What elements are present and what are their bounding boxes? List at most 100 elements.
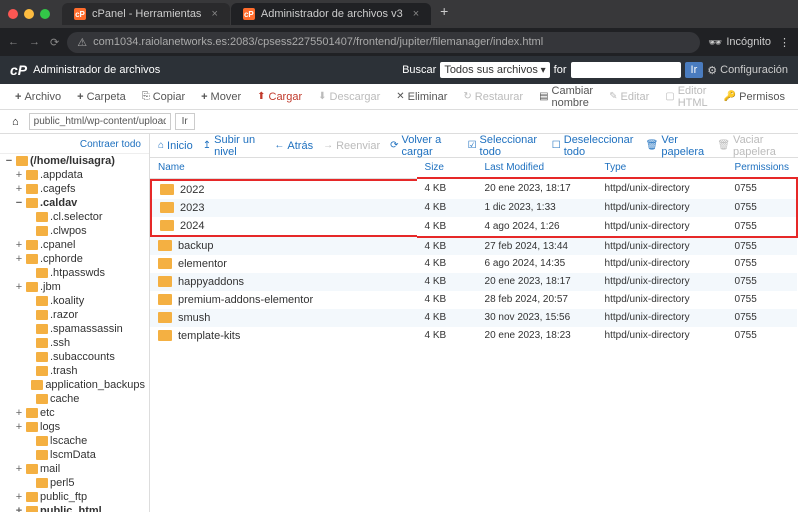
copy-button[interactable]: ⎘Copiar	[135, 88, 192, 106]
go-button[interactable]: Ir	[175, 113, 195, 130]
tree-toggle-icon[interactable]: +	[14, 407, 24, 419]
tree-toggle-icon[interactable]: +	[14, 281, 24, 293]
tree-item[interactable]: +public_html	[0, 504, 149, 512]
tree-item[interactable]: +.cagefs	[0, 182, 149, 196]
tree-toggle-icon[interactable]: −	[14, 197, 24, 209]
collapse-all-link[interactable]: Contraer todo	[0, 136, 149, 154]
forward-icon[interactable]: →	[29, 36, 40, 49]
download-button[interactable]: ⬇Descargar	[311, 88, 387, 106]
folder-icon	[158, 312, 172, 323]
tree-item[interactable]: cache	[0, 392, 149, 406]
tree-item[interactable]: lscache	[0, 434, 149, 448]
new-tab-button[interactable]: +	[432, 3, 456, 25]
tree-item[interactable]: +.cpanel	[0, 238, 149, 252]
table-row[interactable]: happyaddons4 KB20 ene 2023, 18:17httpd/u…	[150, 273, 797, 291]
col-permissions[interactable]: Permissions	[727, 158, 797, 178]
tree-item[interactable]: +public_ftp	[0, 490, 149, 504]
table-row[interactable]: elementor4 KB6 ago 2024, 14:35httpd/unix…	[150, 255, 797, 273]
move-button[interactable]: +Mover	[194, 88, 248, 106]
tree-item[interactable]: +.cphorde	[0, 252, 149, 266]
tree-item[interactable]: +.jbm	[0, 280, 149, 294]
tree-item[interactable]: +etc	[0, 406, 149, 420]
close-tab-icon[interactable]: ×	[211, 8, 217, 20]
settings-button[interactable]: ⚙Configuración	[707, 64, 788, 77]
tree-toggle-icon[interactable]: −	[4, 155, 14, 167]
path-input[interactable]	[29, 113, 171, 130]
tree-root[interactable]: − (/home/luisagra)	[0, 154, 149, 168]
select-all-action[interactable]: ☑Seleccionar todo	[468, 134, 542, 158]
menu-icon[interactable]: ⋮	[779, 36, 790, 49]
browser-tab-active[interactable]: cP Administrador de archivos v3 ×	[231, 3, 431, 25]
new-folder-button[interactable]: +Carpeta	[70, 88, 133, 106]
tree-toggle-icon[interactable]: +	[14, 491, 24, 503]
tree-label: .razor	[50, 309, 78, 321]
empty-trash-action[interactable]: 🗑Vaciar papelera	[717, 134, 790, 158]
restore-button[interactable]: ↻Restaurar	[456, 88, 530, 106]
deselect-all-action[interactable]: ☐Deseleccionar todo	[552, 134, 636, 158]
tree-item[interactable]: lscmData	[0, 448, 149, 462]
rename-button[interactable]: ▤Cambiar nombre	[532, 82, 600, 112]
view-button[interactable]: 👁Ver	[794, 88, 798, 106]
tree-item[interactable]: .spamassassin	[0, 322, 149, 336]
tree-toggle-icon[interactable]: +	[14, 239, 24, 251]
tree-item[interactable]: .htpasswds	[0, 266, 149, 280]
home-icon[interactable]: ⌂	[6, 113, 25, 131]
browser-tab[interactable]: cP cPanel - Herramientas ×	[62, 3, 230, 25]
url-input[interactable]: ⚠ com1034.raiolanetworks.es:2083/cpsess2…	[67, 32, 700, 53]
tree-item[interactable]: +mail	[0, 462, 149, 476]
tree-toggle-icon[interactable]: +	[14, 505, 24, 512]
reload-action[interactable]: ⟳Volver a cargar	[390, 134, 457, 158]
tree-item[interactable]: .subaccounts	[0, 350, 149, 364]
table-row[interactable]: template-kits4 KB20 ene 2023, 18:23httpd…	[150, 327, 797, 345]
tree-item[interactable]: +.appdata	[0, 168, 149, 182]
table-row[interactable]: premium-addons-elementor4 KB28 feb 2024,…	[150, 291, 797, 309]
search-input[interactable]	[571, 62, 681, 78]
tree-item[interactable]: −.caldav	[0, 196, 149, 210]
html-editor-button[interactable]: ▢Editor HTML	[658, 82, 714, 112]
tree-item[interactable]: .clwpos	[0, 224, 149, 238]
upload-button[interactable]: ⬆Cargar	[250, 88, 309, 106]
col-modified[interactable]: Last Modified	[477, 158, 597, 178]
close-window-button[interactable]	[8, 9, 18, 19]
tree-toggle-icon[interactable]: +	[14, 253, 24, 265]
col-size[interactable]: Size	[417, 158, 477, 178]
tree-toggle-icon[interactable]: +	[14, 421, 24, 433]
col-name[interactable]: Name	[150, 158, 417, 178]
tree-toggle-icon[interactable]: +	[14, 463, 24, 475]
table-row[interactable]: smush4 KB30 nov 2023, 15:56httpd/unix-di…	[150, 309, 797, 327]
close-tab-icon[interactable]: ×	[413, 8, 419, 20]
edit-button[interactable]: ✎Editar	[602, 88, 656, 106]
maximize-window-button[interactable]	[40, 9, 50, 19]
tree-item[interactable]: .trash	[0, 364, 149, 378]
table-row[interactable]: backup4 KB27 feb 2024, 13:44httpd/unix-d…	[150, 237, 797, 255]
col-type[interactable]: Type	[597, 158, 727, 178]
table-row[interactable]: 20234 KB1 dic 2023, 1:33httpd/unix-direc…	[150, 199, 797, 217]
reload-icon[interactable]: ⟳	[50, 36, 59, 49]
tree-label: .spamassassin	[50, 323, 123, 335]
forward-action[interactable]: →Reenviar	[323, 140, 380, 152]
back-action[interactable]: ←Atrás	[274, 140, 313, 152]
up-level-action[interactable]: ↥Subir un nivel	[203, 134, 265, 158]
tree-item[interactable]: application_backups	[0, 378, 149, 392]
tree-toggle-icon[interactable]: +	[14, 169, 24, 181]
back-icon[interactable]: ←	[8, 36, 19, 49]
new-file-button[interactable]: +Archivo	[8, 88, 68, 106]
tree-item[interactable]: .ssh	[0, 336, 149, 350]
table-row[interactable]: 20244 KB4 ago 2024, 1:26httpd/unix-direc…	[150, 217, 797, 237]
search-scope-select[interactable]: Todos sus archivos ▾	[440, 62, 549, 78]
minimize-window-button[interactable]	[24, 9, 34, 19]
tree-toggle-icon[interactable]: +	[14, 183, 24, 195]
home-action[interactable]: ⌂Inicio	[158, 140, 193, 152]
tree-item[interactable]: +logs	[0, 420, 149, 434]
tree-item[interactable]: perl5	[0, 476, 149, 490]
permissions-button[interactable]: 🔑Permisos	[717, 88, 792, 106]
tree-item[interactable]: .cl.selector	[0, 210, 149, 224]
search-go-button[interactable]: Ir	[685, 62, 704, 78]
tree-item[interactable]: .razor	[0, 308, 149, 322]
view-trash-action[interactable]: 🗑Ver papelera	[646, 134, 708, 158]
file-modified: 1 dic 2023, 1:33	[477, 199, 597, 217]
table-row[interactable]: 20224 KB20 ene 2023, 18:17httpd/unix-dir…	[150, 178, 797, 199]
tree-item[interactable]: .koality	[0, 294, 149, 308]
breadcrumb-bar: ⌂ Ir	[0, 110, 798, 134]
delete-button[interactable]: ✕Eliminar	[389, 88, 454, 106]
